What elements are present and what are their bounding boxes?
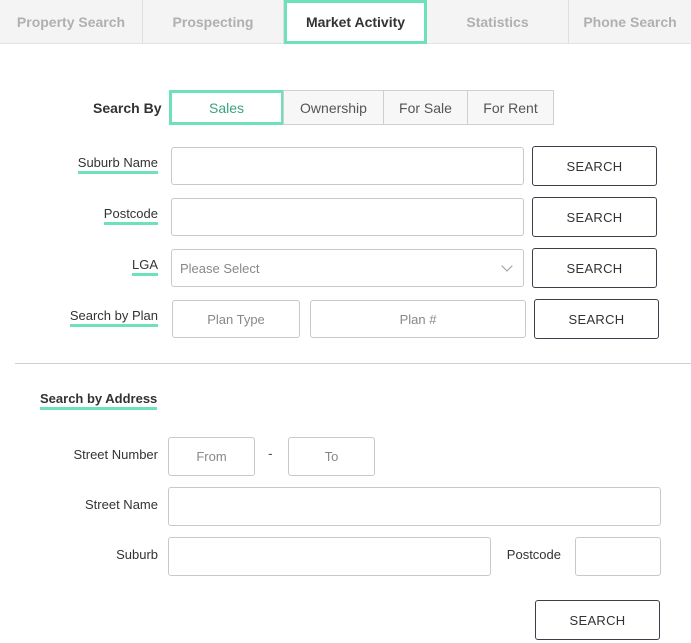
plan-number-input[interactable]: Plan # — [310, 300, 526, 338]
plan-search-button[interactable]: SEARCH — [534, 299, 659, 339]
range-separator: - — [268, 445, 273, 461]
lga-select-value: Please Select — [180, 260, 260, 276]
lga-label: LGA — [60, 257, 158, 276]
postcode-label: Postcode — [60, 206, 158, 225]
plan-label: Search by Plan — [40, 308, 158, 327]
section-divider — [15, 363, 691, 364]
search-by-ownership[interactable]: Ownership — [283, 90, 384, 125]
street-name-input[interactable] — [168, 487, 661, 526]
search-by-for-sale[interactable]: For Sale — [383, 90, 468, 125]
tab-prospecting[interactable]: Prospecting — [143, 0, 284, 44]
search-by-for-rent[interactable]: For Rent — [467, 90, 554, 125]
street-number-to-input[interactable]: To — [288, 437, 375, 476]
postcode-search-button[interactable]: SEARCH — [532, 197, 657, 237]
tab-property-search[interactable]: Property Search — [0, 0, 143, 44]
postcode-label-text: Postcode — [103, 206, 158, 225]
suburb-name-search-button[interactable]: SEARCH — [532, 146, 657, 186]
address-heading-text: Search by Address — [40, 391, 158, 410]
tab-phone-search[interactable]: Phone Search — [569, 0, 691, 44]
search-by-sales[interactable]: Sales — [169, 90, 284, 125]
search-by-label: Search By — [93, 100, 162, 116]
address-suburb-label: Suburb — [116, 547, 158, 562]
street-number-from-input[interactable]: From — [168, 437, 255, 476]
suburb-name-label: Suburb Name — [60, 155, 158, 174]
lga-search-button[interactable]: SEARCH — [532, 248, 657, 288]
address-search-button[interactable]: SEARCH — [535, 600, 660, 640]
chevron-down-icon — [501, 260, 513, 272]
tab-statistics[interactable]: Statistics — [427, 0, 569, 44]
tab-market-activity[interactable]: Market Activity — [284, 0, 427, 44]
postcode-input[interactable] — [171, 198, 524, 236]
lga-label-text: LGA — [131, 257, 158, 276]
address-postcode-input[interactable] — [575, 537, 661, 576]
address-suburb-input[interactable] — [168, 537, 491, 576]
street-name-label: Street Name — [85, 497, 158, 512]
address-postcode-label: Postcode — [506, 547, 561, 562]
lga-select[interactable]: Please Select — [171, 249, 524, 287]
plan-label-text: Search by Plan — [69, 308, 158, 327]
address-heading: Search by Address — [40, 390, 158, 410]
street-number-label: Street Number — [73, 447, 158, 462]
suburb-name-input[interactable] — [171, 147, 524, 185]
suburb-name-label-text: Suburb Name — [77, 155, 158, 174]
plan-type-input[interactable]: Plan Type — [172, 300, 300, 338]
